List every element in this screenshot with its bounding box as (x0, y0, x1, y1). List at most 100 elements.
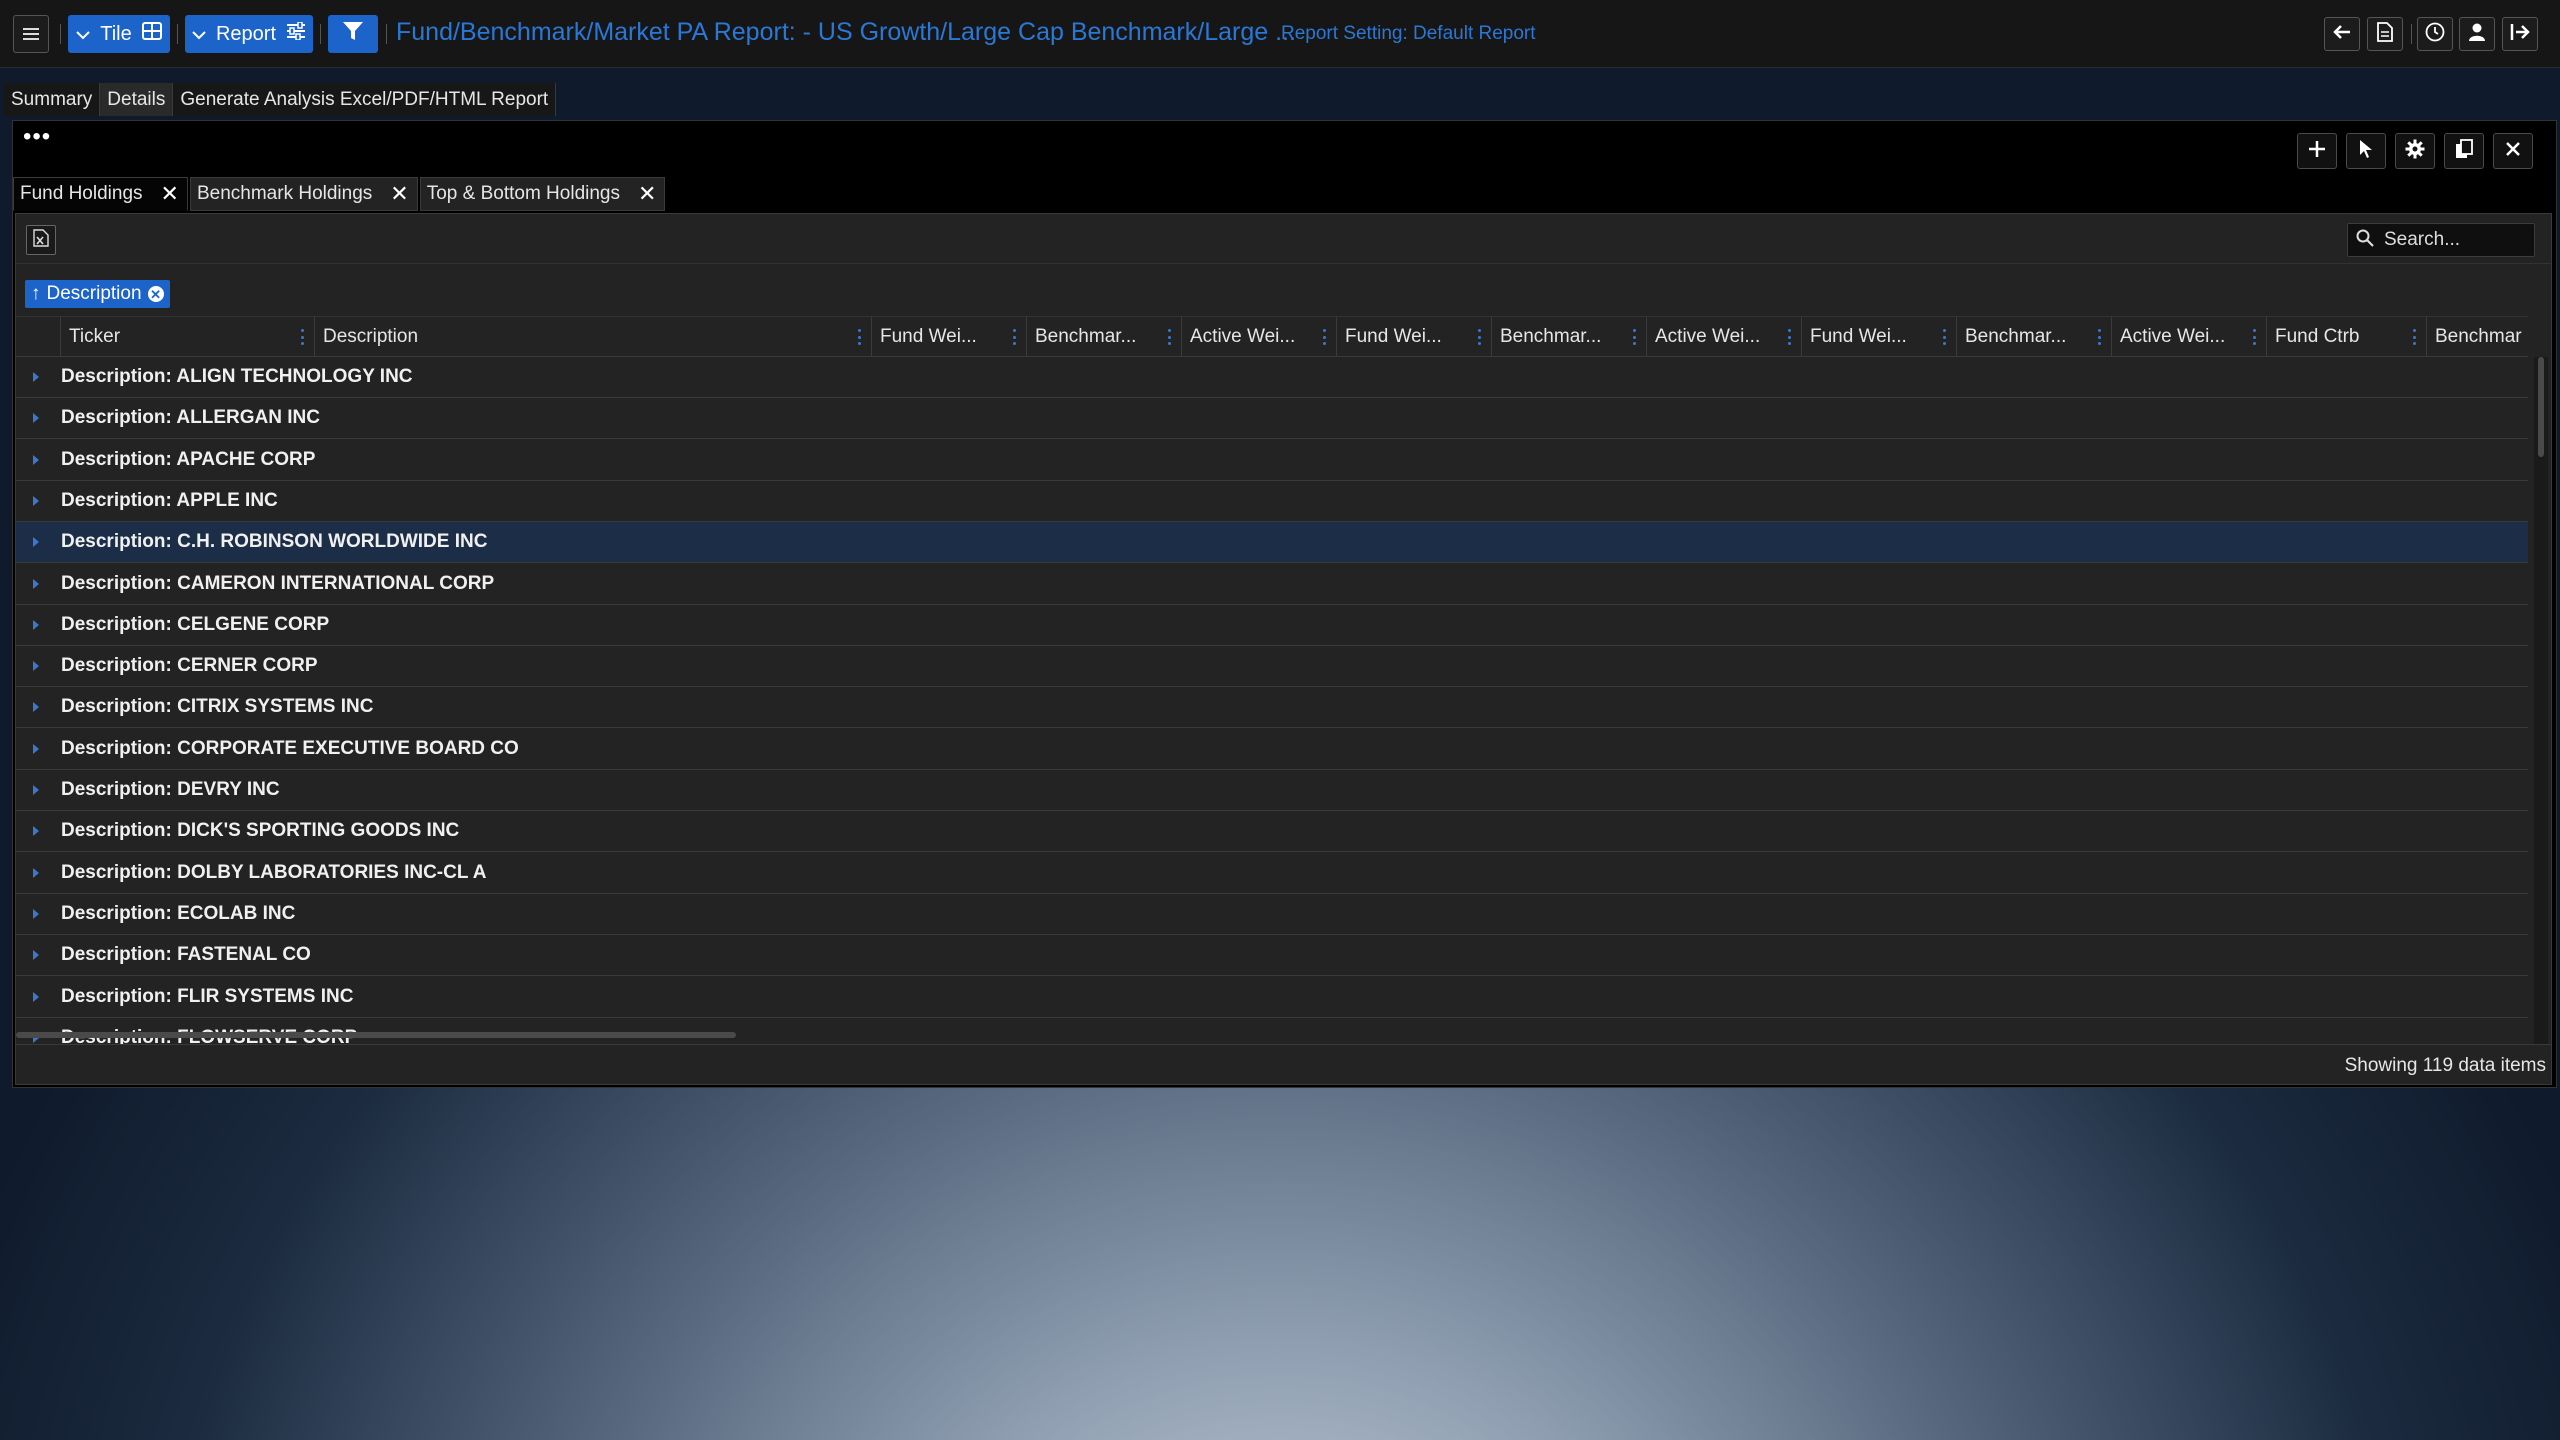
group-row[interactable]: Description: CELGENE CORP (16, 605, 2528, 646)
more-options-button[interactable]: ••• (23, 123, 51, 151)
expand-caret-icon[interactable] (33, 495, 39, 506)
column-menu-icon[interactable] (1787, 329, 1791, 345)
tab-summary[interactable]: Summary (4, 83, 101, 116)
tab-benchmark-holdings[interactable]: Benchmark Holdings ✕ (189, 177, 418, 211)
group-row[interactable]: Description: FLIR SYSTEMS INC (16, 977, 2528, 1018)
search-input[interactable] (2384, 229, 2524, 251)
column-menu-icon[interactable] (1477, 329, 1481, 345)
horizontal-scroll-thumb[interactable] (16, 1032, 736, 1038)
column-menu-icon[interactable] (2097, 329, 2101, 345)
column-header[interactable]: Ticker (60, 317, 314, 356)
expand-caret-icon[interactable] (33, 702, 39, 713)
page-tabs: Summary Details Generate Analysis Excel/… (4, 83, 557, 116)
column-header[interactable]: Active Wei... (1646, 317, 1801, 356)
column-header[interactable]: Fund Wei... (1336, 317, 1491, 356)
column-menu-icon[interactable] (1632, 329, 1636, 345)
column-header[interactable]: Fund Wei... (1801, 317, 1956, 356)
column-menu-icon[interactable] (1012, 329, 1016, 345)
tab-fund-holdings[interactable]: Fund Holdings ✕ (13, 177, 188, 211)
remove-group-icon[interactable]: ✕ (147, 286, 164, 302)
tab-generate-report[interactable]: Generate Analysis Excel/PDF/HTML Report (173, 83, 557, 116)
expand-caret-icon[interactable] (33, 619, 39, 630)
report-setting-link[interactable]: Report Setting: Default Report (1281, 23, 1536, 45)
tab-top-bottom-holdings[interactable]: Top & Bottom Holdings ✕ (419, 177, 666, 211)
column-menu-icon[interactable] (857, 329, 861, 345)
column-menu-icon[interactable] (2252, 329, 2256, 345)
column-menu-icon[interactable] (300, 329, 304, 345)
close-panel-button[interactable] (2493, 133, 2533, 169)
expand-caret-icon[interactable] (33, 578, 39, 589)
column-menu-icon[interactable] (2412, 329, 2416, 345)
report-title: Fund/Benchmark/Market PA Report: - US Gr… (396, 18, 1296, 46)
close-icon[interactable]: ✕ (161, 183, 179, 205)
column-header[interactable]: Benchmar... (1491, 317, 1646, 356)
report-dropdown-button[interactable]: Report (185, 15, 313, 53)
group-row[interactable]: Description: CERNER CORP (16, 646, 2528, 688)
column-header-label: Fund Wei... (1345, 326, 1442, 347)
vertical-scroll-thumb[interactable] (2538, 357, 2544, 457)
top-toolbar: Tile Report Fund/Benchmark/Market PA Rep… (0, 0, 2560, 68)
group-row[interactable]: Description: FLOWSERVE CORP (16, 1018, 2528, 1044)
group-row[interactable]: Description: APACHE CORP (16, 440, 2528, 481)
select-button[interactable] (2346, 133, 2386, 169)
tab-label: Benchmark Holdings (196, 183, 373, 204)
tab-details[interactable]: Details (100, 83, 174, 116)
document-button[interactable] (2367, 17, 2403, 51)
expand-caret-icon[interactable] (33, 950, 39, 961)
column-menu-icon[interactable] (1322, 329, 1326, 345)
column-header[interactable]: Active Wei... (1181, 317, 1336, 356)
column-header[interactable]: Benchmar... (1026, 317, 1181, 356)
column-header-label: Fund Wei... (880, 326, 977, 347)
menu-button[interactable] (13, 15, 49, 53)
settings-button[interactable] (2395, 133, 2435, 169)
close-icon[interactable]: ✕ (390, 183, 408, 205)
group-row[interactable]: Description: ALIGN TECHNOLOGY INC (16, 357, 2528, 398)
export-excel-button[interactable] (26, 225, 56, 255)
group-row[interactable]: Description: DICK'S SPORTING GOODS INC (16, 811, 2528, 853)
close-icon[interactable]: ✕ (638, 183, 656, 205)
column-menu-icon[interactable] (1167, 329, 1171, 345)
expand-caret-icon[interactable] (33, 991, 39, 1002)
group-row[interactable]: Description: C.H. ROBINSON WORLDWIDE INC (16, 522, 2528, 564)
group-row-label: Description: ECOLAB INC (61, 902, 296, 924)
column-menu-icon[interactable] (1942, 329, 1946, 345)
expand-caret-icon[interactable] (33, 454, 39, 465)
filter-icon (342, 20, 364, 48)
expand-caret-icon[interactable] (33, 537, 39, 548)
group-row[interactable]: Description: DOLBY LABORATORIES INC-CL A (16, 853, 2528, 894)
column-header[interactable]: Benchmar... (1956, 317, 2111, 356)
copy-button[interactable] (2444, 133, 2484, 169)
group-row[interactable]: Description: DEVRY INC (16, 770, 2528, 811)
history-button[interactable] (2417, 17, 2453, 51)
group-row[interactable]: Description: CORPORATE EXECUTIVE BOARD C… (16, 729, 2528, 770)
column-header[interactable]: Description (314, 317, 871, 356)
back-button[interactable] (2324, 17, 2360, 51)
user-icon (2468, 22, 2486, 47)
expand-caret-icon[interactable] (33, 661, 39, 672)
search-field[interactable] (2347, 223, 2535, 257)
expand-caret-icon[interactable] (33, 413, 39, 424)
expand-caret-icon[interactable] (33, 785, 39, 795)
group-row[interactable]: Description: FASTENAL CO (16, 935, 2528, 977)
group-row[interactable]: Description: APPLE INC (16, 481, 2528, 522)
column-header[interactable]: Benchmar (2426, 317, 2528, 356)
group-row[interactable]: Description: CITRIX SYSTEMS INC (16, 687, 2528, 729)
expand-caret-icon[interactable] (33, 826, 39, 837)
tile-dropdown-button[interactable]: Tile (68, 15, 170, 53)
logout-button[interactable] (2502, 17, 2538, 51)
user-button[interactable] (2459, 17, 2495, 51)
vertical-scrollbar[interactable] (2534, 357, 2548, 1044)
expand-caret-icon[interactable] (33, 743, 39, 754)
expand-caret-icon[interactable] (33, 908, 39, 919)
expand-caret-icon[interactable] (33, 867, 39, 878)
group-row[interactable]: Description: CAMERON INTERNATIONAL CORP (16, 564, 2528, 605)
filter-button[interactable] (328, 15, 378, 53)
group-row[interactable]: Description: ALLERGAN INC (16, 398, 2528, 440)
expand-caret-icon[interactable] (33, 372, 39, 382)
add-button[interactable] (2297, 133, 2337, 169)
group-by-chip[interactable]: ↑ Description ✕ (25, 280, 170, 308)
column-header[interactable]: Fund Wei... (871, 317, 1026, 356)
column-header[interactable]: Active Wei... (2111, 317, 2266, 356)
group-row[interactable]: Description: ECOLAB INC (16, 894, 2528, 935)
column-header[interactable]: Fund Ctrb (2266, 317, 2426, 356)
